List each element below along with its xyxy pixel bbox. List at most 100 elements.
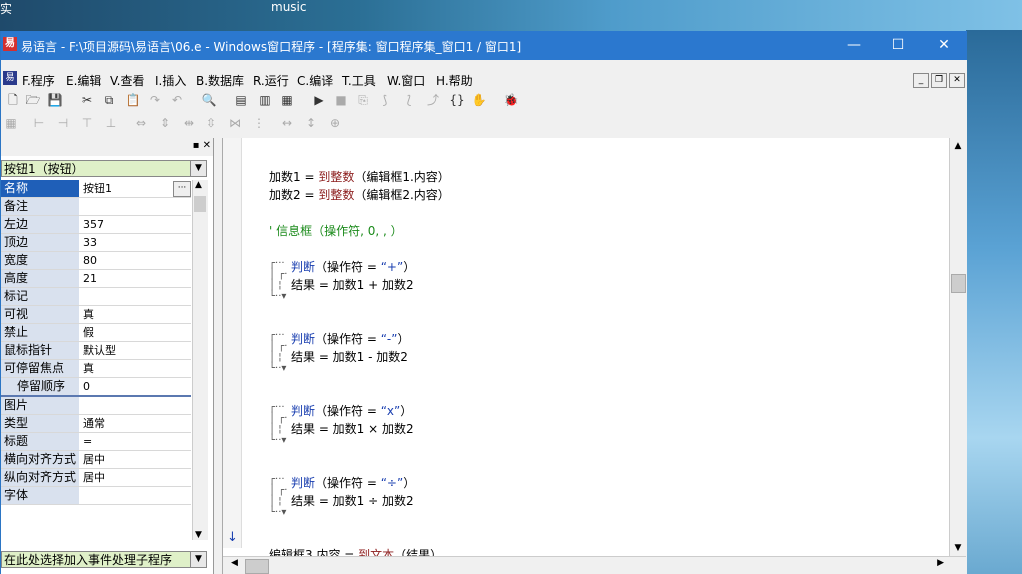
property-value[interactable]: 居中	[81, 451, 191, 468]
open-folder-icon[interactable]: 🗁	[25, 92, 41, 108]
property-value[interactable]: 21	[81, 270, 191, 287]
panel-pin-close[interactable]: ▪ ✕	[193, 140, 211, 151]
event-selector[interactable]: 在此处选择加入事件处理子程序 ▼	[1, 551, 207, 568]
step-over-icon[interactable]: ⟅	[401, 92, 417, 108]
property-value[interactable]: 假	[81, 324, 191, 341]
code-horizontal-scrollbar[interactable]: ◀ ▶	[223, 556, 966, 574]
table-row[interactable]: 可视真	[1, 306, 191, 324]
layout3-icon[interactable]: ▦	[279, 92, 295, 108]
center-icon[interactable]: ⊕	[327, 115, 343, 131]
menu-edit[interactable]: E.编辑	[66, 72, 101, 89]
maximize-button[interactable]: ☐	[875, 31, 921, 60]
copy-icon[interactable]: ⧉	[101, 92, 117, 108]
property-value[interactable]	[81, 487, 191, 504]
save-icon[interactable]: 💾	[47, 92, 63, 108]
menu-view[interactable]: V.查看	[110, 72, 144, 89]
code-line[interactable]: 结果 = 加数1 × 加数2	[291, 420, 414, 437]
code-line[interactable]: 加数2 = 到整数（编辑框2.内容）	[269, 186, 450, 203]
resize-h-icon[interactable]: ↕	[303, 115, 319, 131]
table-row[interactable]: 字体	[1, 487, 191, 505]
menu-window[interactable]: W.窗口	[387, 72, 425, 89]
scroll-thumb[interactable]	[194, 196, 206, 212]
table-row[interactable]: 停留顺序 0	[1, 378, 191, 397]
property-value[interactable]: 居中	[81, 469, 191, 486]
table-row[interactable]: 备注	[1, 198, 191, 216]
code-line[interactable]: 判断（操作符 = “x”）	[291, 402, 412, 419]
desktop-music-label[interactable]: music	[271, 0, 306, 14]
table-row[interactable]: 标题 =	[1, 433, 191, 451]
title-bar[interactable]: 易 易语言 - F:\项目源码\易语言\06.e - Windows窗口程序 -…	[1, 31, 967, 60]
table-row[interactable]: 左边 357	[1, 216, 191, 234]
property-value[interactable]: 80	[81, 252, 191, 269]
close-button[interactable]: ✕	[921, 31, 967, 60]
step-icon[interactable]: ⎘	[355, 92, 371, 108]
property-value[interactable]	[81, 288, 191, 305]
code-vertical-scrollbar[interactable]: ▲ ▼	[949, 138, 966, 556]
new-file-icon[interactable]: 🗋	[5, 92, 21, 108]
scroll-right-icon[interactable]: ▶	[937, 558, 944, 568]
dropdown-arrow-icon[interactable]: ▼	[190, 552, 206, 567]
scroll-thumb[interactable]	[245, 559, 269, 574]
align-left-icon[interactable]: ⊢	[31, 115, 47, 131]
property-value[interactable]: 0	[81, 378, 191, 395]
table-row[interactable]: 宽度 80	[1, 252, 191, 270]
property-value[interactable]: =	[81, 433, 191, 450]
ellipsis-button[interactable]: ···	[173, 181, 191, 197]
menu-help[interactable]: H.帮助	[436, 72, 473, 89]
step-out-icon[interactable]: ⤴	[425, 92, 441, 108]
align-right-icon[interactable]: ⊣	[55, 115, 71, 131]
property-value[interactable]: 真	[81, 306, 191, 323]
mdi-minimize-button[interactable]: _	[913, 73, 929, 88]
pin-icon[interactable]: ▪	[193, 140, 200, 151]
menu-run[interactable]: R.运行	[253, 72, 289, 89]
redo-icon[interactable]: ↷	[147, 92, 163, 108]
menu-database[interactable]: B.数据库	[196, 72, 244, 89]
braces-icon[interactable]: {}	[449, 92, 465, 108]
step-into-icon[interactable]: ⟆	[377, 92, 393, 108]
same-height-icon[interactable]: ⇳	[203, 115, 219, 131]
table-row[interactable]: 可停留焦点真	[1, 360, 191, 378]
table-row[interactable]: 高度 21	[1, 270, 191, 288]
property-value[interactable]: 357	[81, 216, 191, 233]
property-value[interactable]: 真	[81, 360, 191, 377]
close-icon[interactable]: ✕	[203, 140, 211, 151]
property-value[interactable]	[81, 198, 191, 215]
cut-icon[interactable]: ✂	[79, 92, 95, 108]
center-h-icon[interactable]: ⇔	[133, 115, 149, 131]
table-row[interactable]: 横向对齐方式 居中	[1, 451, 191, 469]
object-selector[interactable]: 按钮1（按钮） ▼	[1, 160, 207, 177]
resize-w-icon[interactable]: ↔	[279, 115, 295, 131]
property-value[interactable]: 默认型	[81, 342, 191, 359]
table-row[interactable]: 图片	[1, 397, 191, 415]
code-comment[interactable]: ' 信息框（操作符, 0, , ）	[269, 222, 403, 239]
property-value[interactable]: 通常	[81, 415, 191, 432]
mdi-close-button[interactable]: ✕	[949, 73, 965, 88]
table-row[interactable]: 顶边 33	[1, 234, 191, 252]
scroll-down-icon[interactable]: ▼	[950, 540, 966, 556]
layout2-icon[interactable]: ▥	[257, 92, 273, 108]
property-value[interactable]	[81, 397, 191, 414]
scroll-up-icon[interactable]: ▲	[195, 180, 202, 190]
table-row[interactable]: 纵向对齐方式 居中	[1, 469, 191, 487]
paste-icon[interactable]: 📋	[125, 92, 141, 108]
space-h-icon[interactable]: ⋈	[227, 115, 243, 131]
app-icon[interactable]: 易	[3, 37, 17, 51]
space-v-icon[interactable]: ⋮	[251, 115, 267, 131]
code-editor[interactable]: ↓ 加数1 = 到整数（编辑框1.内容） 加数2 = 到整数（编辑框2.内容） …	[222, 138, 966, 574]
menu-tools[interactable]: T.工具	[342, 72, 376, 89]
code-line[interactable]: 结果 = 加数1 + 加数2	[291, 276, 414, 293]
undo-icon[interactable]: ↶	[169, 92, 185, 108]
code-line[interactable]: 判断（操作符 = “+”）	[291, 258, 415, 275]
grid-icon[interactable]: ▦	[3, 115, 19, 131]
dropdown-arrow-icon[interactable]: ▼	[190, 161, 206, 176]
menu-program[interactable]: F.程序	[22, 72, 55, 89]
code-line[interactable]: 加数1 = 到整数（编辑框1.内容）	[269, 168, 450, 185]
scroll-up-icon[interactable]: ▲	[950, 138, 966, 154]
minimize-button[interactable]: —	[831, 31, 877, 60]
same-width-icon[interactable]: ⇹	[181, 115, 197, 131]
menu-logo-icon[interactable]: 易	[3, 71, 17, 85]
align-bottom-icon[interactable]: ⊥	[103, 115, 119, 131]
find-icon[interactable]: 🔍	[201, 92, 217, 108]
table-row[interactable]: 标记	[1, 288, 191, 306]
property-value[interactable]: 33	[81, 234, 191, 251]
